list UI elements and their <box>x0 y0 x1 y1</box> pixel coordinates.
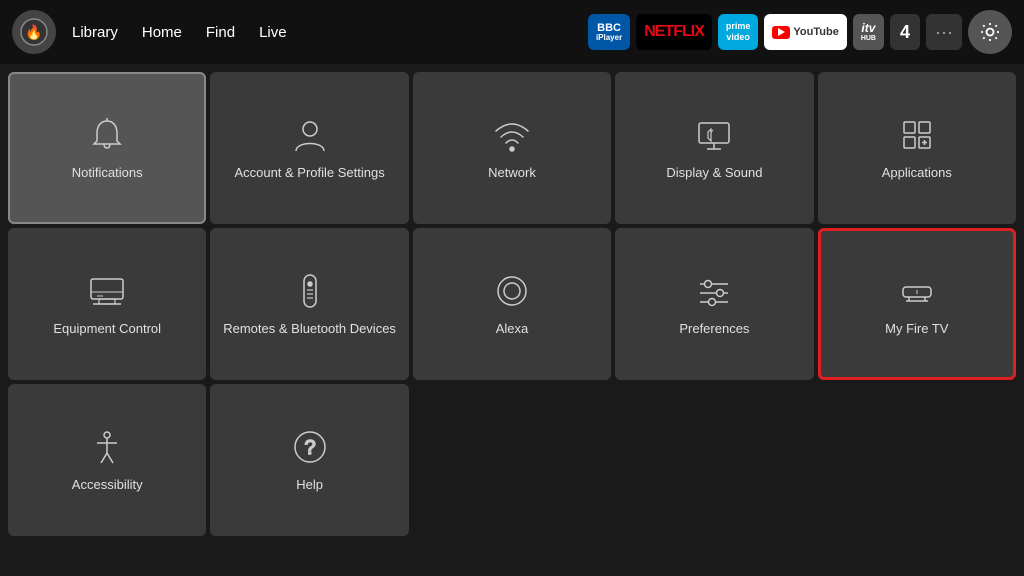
notifications-label: Notifications <box>64 165 151 182</box>
display-sound-label: Display & Sound <box>658 165 770 182</box>
app-prime-video[interactable]: prime video <box>718 14 759 50</box>
grid-item-alexa[interactable]: Alexa <box>413 228 611 380</box>
network-label: Network <box>480 165 544 182</box>
alexa-label: Alexa <box>488 321 537 338</box>
alexa-icon <box>492 271 532 311</box>
grid-item-display-sound[interactable]: Display & Sound <box>615 72 813 224</box>
app-bbc-iplayer[interactable]: BBC iPlayer <box>588 14 630 50</box>
accessibility-label: Accessibility <box>64 477 151 494</box>
grid-item-equipment-control[interactable]: Equipment Control <box>8 228 206 380</box>
grid-item-network[interactable]: Network <box>413 72 611 224</box>
grid-item-remotes-bluetooth[interactable]: Remotes & Bluetooth Devices <box>210 228 408 380</box>
app-channel4[interactable]: 4 <box>890 14 920 50</box>
svg-text:🔥: 🔥 <box>25 24 42 41</box>
preferences-label: Preferences <box>671 321 757 338</box>
bell-icon <box>87 115 127 155</box>
svg-text:?: ? <box>304 437 315 459</box>
accessibility-icon <box>87 427 127 467</box>
help-icon: ? <box>290 427 330 467</box>
app-itv-hub[interactable]: itv HUB <box>853 14 884 50</box>
remote-icon <box>290 271 330 311</box>
nav-apps: BBC iPlayer NETFLIX prime video YouTube … <box>588 10 1012 54</box>
nav-links: Library Home Find Live <box>72 24 287 41</box>
youtube-icon <box>772 26 790 39</box>
settings-button[interactable] <box>968 10 1012 54</box>
applications-label: Applications <box>874 165 960 182</box>
account-profile-label: Account & Profile Settings <box>226 165 392 182</box>
nav-live[interactable]: Live <box>259 24 287 41</box>
top-nav: 🔥 Library Home Find Live BBC iPlayer NET… <box>0 0 1024 64</box>
settings-grid: Notifications Account & Profile Settings… <box>0 64 1024 576</box>
nav-find[interactable]: Find <box>206 24 235 41</box>
nav-home[interactable]: Home <box>142 24 182 41</box>
equipment-control-label: Equipment Control <box>45 321 169 338</box>
remotes-bluetooth-label: Remotes & Bluetooth Devices <box>215 321 404 338</box>
grid-item-applications[interactable]: Applications <box>818 72 1016 224</box>
display-icon <box>694 115 734 155</box>
logo[interactable]: 🔥 <box>12 10 56 54</box>
wifi-icon <box>492 115 532 155</box>
grid-item-account-profile[interactable]: Account & Profile Settings <box>210 72 408 224</box>
settings-icon <box>979 21 1001 43</box>
nav-library[interactable]: Library <box>72 24 118 41</box>
firetv-icon <box>897 271 937 311</box>
grid-item-preferences[interactable]: Preferences <box>615 228 813 380</box>
more-apps-button[interactable]: ··· <box>926 14 962 50</box>
monitor-icon <box>87 271 127 311</box>
logo-icon: 🔥 <box>20 18 48 46</box>
person-icon <box>290 115 330 155</box>
grid-item-accessibility[interactable]: Accessibility <box>8 384 206 536</box>
app-netflix[interactable]: NETFLIX <box>636 14 712 50</box>
apps-icon <box>897 115 937 155</box>
sliders-icon <box>694 271 734 311</box>
help-label: Help <box>288 477 331 494</box>
grid-item-notifications[interactable]: Notifications <box>8 72 206 224</box>
app-youtube[interactable]: YouTube <box>764 14 846 50</box>
grid-item-my-fire-tv[interactable]: My Fire TV <box>818 228 1016 380</box>
grid-item-help[interactable]: ? Help <box>210 384 408 536</box>
my-fire-tv-label: My Fire TV <box>877 321 956 338</box>
